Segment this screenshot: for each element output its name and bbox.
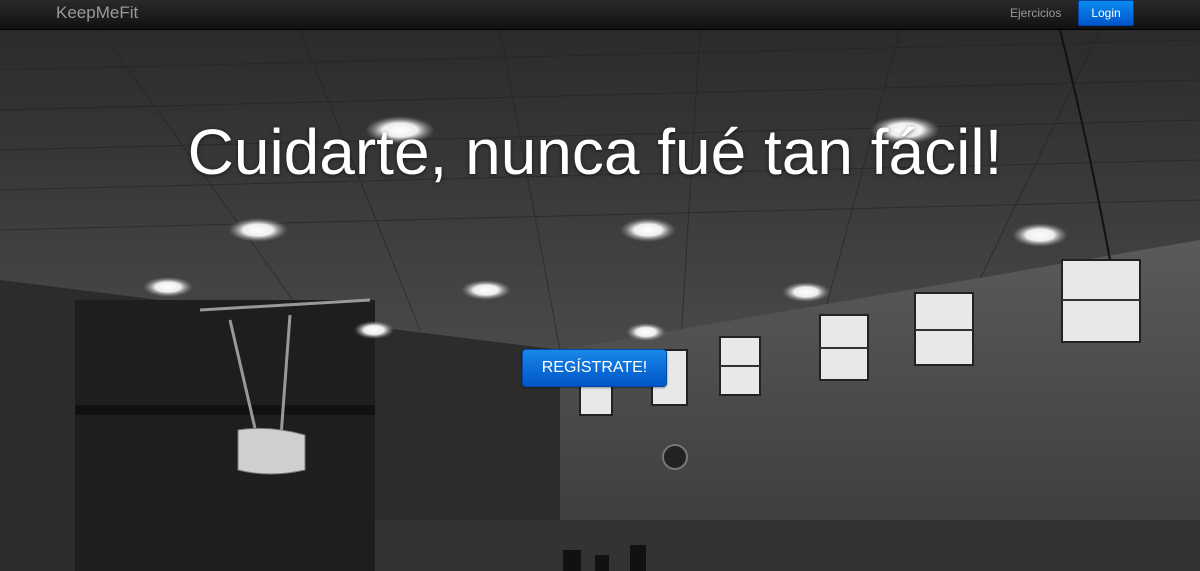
login-button[interactable]: Login <box>1078 0 1134 26</box>
nav-link-ejercicios[interactable]: Ejercicios <box>1010 6 1061 20</box>
gym-background-image <box>0 30 1200 571</box>
hero-headline: Cuidarte, nunca fué tan fácil! <box>187 116 1003 188</box>
hero-section: Cuidarte, nunca fué tan fácil! REGÍSTRAT… <box>0 30 1200 571</box>
top-navbar: KeepMeFit Ejercicios Login <box>0 0 1200 30</box>
brand-logo[interactable]: KeepMeFit <box>56 3 138 23</box>
register-button[interactable]: REGÍSTRATE! <box>522 349 667 387</box>
